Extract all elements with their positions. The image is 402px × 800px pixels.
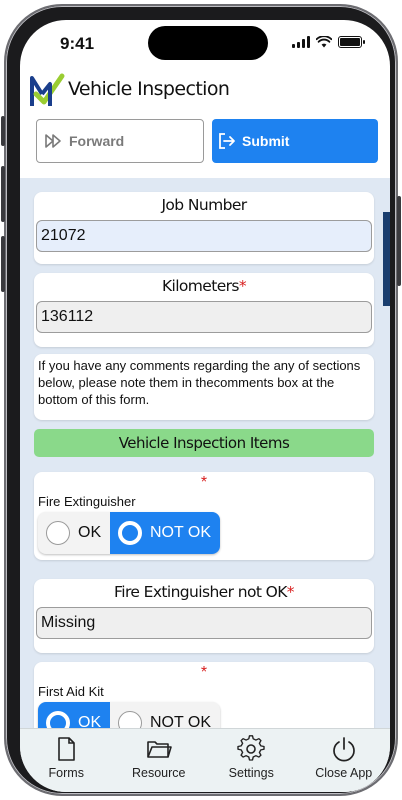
fire-extinguisher-not-ok-label: Fire Extinguisher not OK* [34,579,374,601]
forward-icon [45,134,61,148]
app-logo-icon [30,73,65,106]
form-content[interactable]: Job Number 21072 Kilometers* 136112 If y… [20,178,390,728]
screen: 9:41 Vehicle Inspection Forward Submit J… [20,20,390,792]
forward-button-label: Forward [69,133,125,149]
radio-circle-icon [118,711,142,728]
first-aid-kit-required-mark: * [200,664,208,681]
document-icon [58,737,76,761]
status-time: 9:41 [60,34,95,53]
fire-extinguisher-toggle[interactable]: OK NOT OK [38,512,220,554]
scrollbar[interactable] [383,212,390,306]
radio-circle-icon [46,521,70,545]
submit-icon [219,133,235,149]
first-aid-kit-not-ok-option[interactable]: NOT OK [110,702,220,728]
folder-icon [146,741,172,758]
app-header: Vehicle Inspection [20,68,390,120]
battery-icon [338,36,365,48]
volume-up-button [1,166,5,222]
job-number-label-text: Job Number [161,196,247,214]
radio-selected-icon [46,711,70,728]
app-title: Vehicle Inspection [68,78,230,100]
power-button [397,196,401,286]
status-icons [292,36,365,48]
submit-button[interactable]: Submit [212,119,378,163]
fire-extinguisher-not-ok-required-mark: * [286,583,295,601]
first-aid-kit-ok-label: OK [78,714,102,728]
fire-extinguisher-card: * Fire Extinguisher OK NOT OK [34,472,374,560]
fire-extinguisher-not-ok-label-text: Fire Extinguisher not OK [114,583,287,601]
volume-down-button [1,236,5,292]
cellular-signal-icon [292,36,310,48]
first-aid-kit-label: First Aid Kit [38,684,104,699]
fire-extinguisher-required-mark: * [200,474,208,491]
first-aid-kit-not-ok-label: NOT OK [150,714,212,728]
kilometers-required-mark: * [238,277,247,295]
bottom-tab-bar: Forms Resource Settings Close App [20,728,390,792]
job-number-label: Job Number [34,192,374,214]
section-title-bar: Vehicle Inspection Items [34,429,374,457]
kilometers-field[interactable]: 136112 [36,301,372,333]
dynamic-island [148,26,268,60]
tab-forms-label: Forms [48,766,84,780]
power-icon [332,737,355,762]
kilometers-label: Kilometers* [34,273,374,295]
fire-extinguisher-ok-option[interactable]: OK [38,512,110,554]
submit-button-label: Submit [242,133,290,149]
first-aid-kit-card: * First Aid Kit OK NOT OK [34,662,374,728]
tab-resource-label: Resource [132,766,186,780]
action-button [1,116,5,146]
job-number-field[interactable]: 21072 [36,220,372,252]
status-bar: 9:41 [20,20,390,68]
first-aid-kit-ok-option[interactable]: OK [38,702,110,728]
tab-resource[interactable]: Resource [113,729,206,792]
fire-extinguisher-not-ok-field[interactable]: Missing [36,607,372,639]
forward-button[interactable]: Forward [36,119,204,163]
action-bar: Forward Submit [20,118,390,178]
tab-forms[interactable]: Forms [20,729,113,792]
fire-extinguisher-ok-label: OK [78,524,102,541]
job-number-card: Job Number 21072 [34,192,374,264]
tab-close-app-label: Close App [315,766,373,780]
radio-selected-icon [118,521,142,545]
fire-extinguisher-not-ok-label: NOT OK [150,524,212,541]
fire-extinguisher-not-ok-card: Fire Extinguisher not OK* Missing [34,579,374,653]
comments-note: If you have any comments regarding the a… [38,358,361,407]
first-aid-kit-toggle[interactable]: OK NOT OK [38,702,220,728]
phone-frame: 9:41 Vehicle Inspection Forward Submit J… [1,4,401,796]
kilometers-card: Kilometers* 136112 [34,273,374,347]
kilometers-label-text: Kilometers [161,277,240,295]
comments-note-card: If you have any comments regarding the a… [34,354,374,420]
wifi-icon [316,36,332,48]
tab-settings[interactable]: Settings [205,729,298,792]
fire-extinguisher-not-ok-option[interactable]: NOT OK [110,512,220,554]
gear-icon [237,735,265,761]
tab-settings-label: Settings [228,766,274,780]
fire-extinguisher-label: Fire Extinguisher [38,494,136,509]
tab-close-app[interactable]: Close App [298,729,391,792]
